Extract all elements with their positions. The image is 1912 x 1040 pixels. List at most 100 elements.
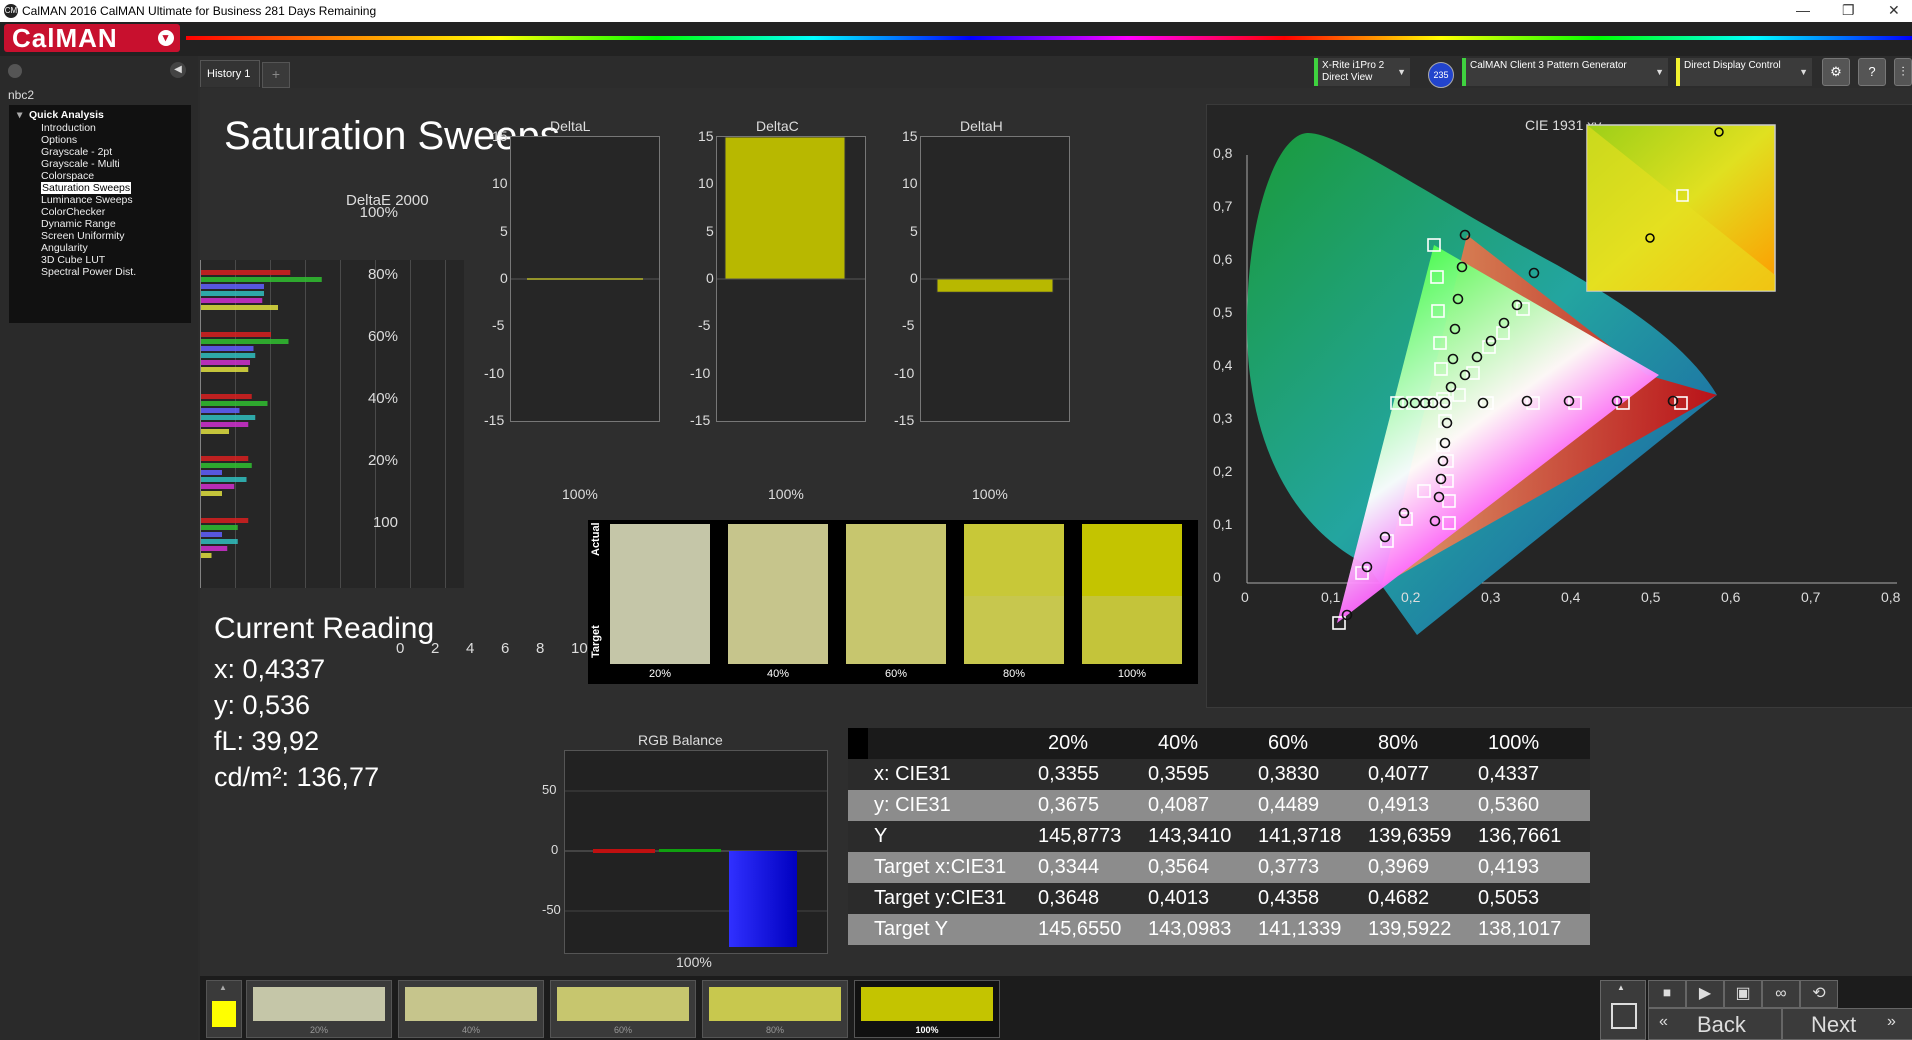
- cie-y-tick: 0,2: [1213, 463, 1233, 479]
- pattern-swatch[interactable]: 100%: [854, 980, 1000, 1038]
- delta-y-tick: 0: [500, 269, 508, 286]
- pattern-preview-toggle[interactable]: ▲: [206, 980, 242, 1038]
- swatch-label: 60%: [884, 668, 908, 680]
- rgb-balance-chart: [564, 750, 828, 954]
- cie-x-tick: 0: [1241, 589, 1249, 605]
- meter-badge[interactable]: 235: [1428, 62, 1454, 88]
- sidebar-item[interactable]: Angularity: [41, 242, 88, 254]
- display-label: Direct Display Control: [1684, 60, 1781, 71]
- deltae-x-tick: 8: [536, 640, 545, 657]
- pattern-generator-selector[interactable]: CalMAN Client 3 Pattern Generator ▼: [1462, 58, 1668, 86]
- table-cell: 136,7661: [1478, 825, 1562, 847]
- sidebar-item[interactable]: 3D Cube LUT: [41, 254, 105, 266]
- minimize-button[interactable]: —: [1796, 2, 1810, 18]
- next-chevron-icon: »: [1887, 1013, 1896, 1030]
- loop-icon[interactable]: ∞: [1762, 980, 1800, 1008]
- reading-y: y: 0,536: [214, 690, 311, 720]
- sidebar-item[interactable]: ColorChecker: [41, 206, 105, 218]
- rgb-blue-bar: [729, 851, 797, 947]
- deltae-bar: [201, 456, 249, 461]
- delta-y-tick: -5: [698, 317, 711, 334]
- pattern-swatch[interactable]: 20%: [246, 980, 392, 1038]
- table-cell: 0,3969: [1368, 856, 1430, 878]
- deltae-row-label: 20%: [367, 452, 398, 469]
- pattern-swatch-label: 100%: [915, 1025, 939, 1035]
- table-cell: 143,3410: [1148, 825, 1232, 847]
- next-button[interactable]: Next »: [1782, 1008, 1912, 1040]
- sidebar-item[interactable]: Saturation Sweeps: [41, 182, 132, 194]
- table-cell: 0,3648: [1038, 887, 1100, 909]
- calman-menu-button[interactable]: CalMAN ▾: [4, 23, 180, 53]
- cie-x-tick: 0,7: [1801, 589, 1821, 605]
- sidebar-item[interactable]: Dynamic Range: [41, 218, 116, 230]
- sidebar-item[interactable]: Options: [41, 134, 77, 146]
- rgb-green-bar: [659, 849, 721, 852]
- tab-history-1[interactable]: History 1: [200, 60, 260, 87]
- table-row-label: y: CIE31: [874, 794, 951, 816]
- sidebar-item[interactable]: Spectral Power Dist.: [41, 266, 136, 278]
- delta-chart-2: [920, 136, 1070, 422]
- table-row-label: Target Y: [874, 918, 949, 940]
- nav-section-quick-analysis[interactable]: Quick Analysis: [17, 109, 104, 121]
- deltae-row-label: 40%: [367, 390, 398, 407]
- collapse-sidebar-button[interactable]: ◀: [170, 62, 186, 78]
- table-cell: 0,3830: [1258, 763, 1320, 785]
- delta-bar: [724, 136, 846, 280]
- delta-y-tick: 0: [910, 269, 918, 286]
- app-icon: CM: [4, 4, 18, 18]
- table-cell: 0,4193: [1478, 856, 1540, 878]
- sidebar-item[interactable]: Grayscale - 2pt: [41, 146, 112, 158]
- close-button[interactable]: ✕: [1888, 2, 1900, 19]
- deltae-bar: [201, 298, 263, 303]
- delta-chart-1: [716, 136, 866, 422]
- sidebar-item[interactable]: Colorspace: [41, 170, 94, 182]
- help-icon[interactable]: ?: [1858, 58, 1886, 86]
- delta-chart-title: DeltaH: [960, 118, 1003, 134]
- delta-y-tick: 15: [902, 128, 918, 144]
- deltae-bar: [201, 477, 247, 482]
- sidebar-item[interactable]: Luminance Sweeps: [41, 194, 133, 206]
- restore-button[interactable]: ❐: [1842, 2, 1855, 19]
- meter-selector[interactable]: X-Rite i1Pro 2 Direct View ▼: [1314, 58, 1410, 86]
- table-cell: 0,5053: [1478, 887, 1540, 909]
- current-reading-title: Current Reading: [214, 612, 435, 645]
- deltae-bar: [201, 305, 278, 310]
- table-header-row: 20% 40% 60% 80% 100%: [848, 728, 1590, 759]
- meter-status-bar: [1314, 58, 1318, 86]
- play-button[interactable]: ▶: [1686, 980, 1724, 1008]
- stop-button[interactable]: ⏹: [1648, 980, 1686, 1008]
- rgb-tick: 0: [551, 842, 559, 857]
- stop-panel[interactable]: ▲: [1600, 980, 1646, 1040]
- display-control-selector[interactable]: Direct Display Control ▼: [1676, 58, 1812, 86]
- deltae-bar: [201, 525, 238, 530]
- deltae-bar: [201, 401, 268, 406]
- sidebar-item[interactable]: Screen Uniformity: [41, 230, 124, 242]
- sidebar-item[interactable]: Introduction: [41, 122, 96, 134]
- save-icon[interactable]: ▣: [1724, 980, 1762, 1008]
- table-header-cell: 60%: [1268, 732, 1309, 754]
- cie-x-tick: 0,2: [1401, 589, 1421, 605]
- table-header-cell: 40%: [1158, 732, 1199, 754]
- add-tab-button[interactable]: +: [262, 62, 290, 88]
- pin-icon[interactable]: ⫶: [1894, 58, 1912, 86]
- rgb-tick: -50: [542, 902, 561, 917]
- refresh-icon[interactable]: ⟲: [1800, 980, 1838, 1008]
- rgb-balance-title: RGB Balance: [638, 732, 723, 748]
- deltae-x-tick: 4: [466, 640, 475, 657]
- sidebar-item[interactable]: Grayscale - Multi: [41, 158, 120, 170]
- table-cell: 145,6550: [1038, 918, 1122, 940]
- deltae-x-tick: 10: [571, 640, 588, 657]
- table-row: Target x:CIE31 0,3344 0,3564 0,3773 0,3969 0,…: [848, 852, 1590, 883]
- settings-gear-icon[interactable]: ⚙: [1822, 58, 1850, 86]
- pattern-swatch[interactable]: 80%: [702, 980, 848, 1038]
- app-logo: CalMAN: [12, 23, 118, 53]
- table-cell: 139,6359: [1368, 825, 1452, 847]
- record-icon[interactable]: [8, 64, 22, 78]
- pattern-swatch[interactable]: 40%: [398, 980, 544, 1038]
- table-cell: 0,4087: [1148, 794, 1210, 816]
- table-header-cell: 80%: [1378, 732, 1419, 754]
- back-button[interactable]: « Back: [1648, 1008, 1782, 1040]
- pattern-swatch[interactable]: 60%: [550, 980, 696, 1038]
- pattern-swatch-label: 80%: [765, 1025, 784, 1035]
- project-name: nbc2: [8, 88, 35, 102]
